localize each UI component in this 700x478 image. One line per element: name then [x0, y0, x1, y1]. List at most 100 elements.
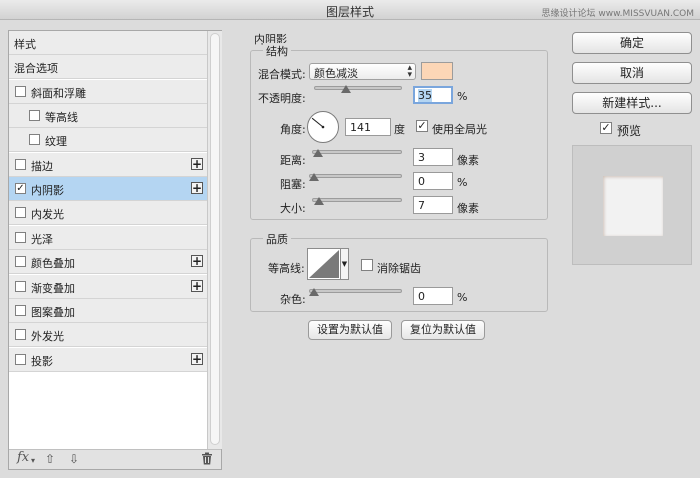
size-unit: 像素 [457, 202, 479, 215]
arrow-up-icon[interactable]: ⇧ [45, 452, 55, 466]
preview-label: 预览 [617, 124, 642, 138]
opacity-value: 35 [418, 89, 432, 102]
noise-label: 杂色: [280, 293, 306, 306]
angle-dial[interactable] [307, 111, 339, 143]
style-item[interactable]: 投影 + [9, 347, 207, 372]
style-item-checkbox[interactable] [15, 207, 26, 219]
reset-default-button[interactable]: 复位为默认值 [401, 320, 485, 340]
noise-input[interactable]: 0 [413, 287, 453, 305]
choke-slider[interactable] [309, 172, 402, 182]
size-input[interactable]: 7 [413, 196, 453, 214]
angle-input[interactable]: 141 [345, 118, 391, 136]
style-item[interactable]: 外发光 [9, 323, 207, 348]
global-light-checkbox[interactable]: ✓ [416, 120, 428, 132]
distance-slider[interactable] [312, 148, 402, 158]
style-item-label: 外发光 [31, 330, 64, 344]
style-item-checkbox[interactable] [15, 280, 26, 292]
style-item-checkbox[interactable] [29, 110, 40, 122]
trash-icon[interactable] [201, 452, 213, 468]
style-item[interactable]: 样式 [9, 31, 207, 55]
style-item[interactable]: 颜色叠加 + [9, 250, 207, 275]
add-effect-plus-icon[interactable]: + [191, 279, 203, 292]
global-light-label: 使用全局光 [432, 123, 487, 136]
fx-menu-chevron-icon[interactable]: ▾ [31, 456, 35, 465]
ok-button[interactable]: 确定 [572, 32, 692, 54]
style-item[interactable]: 等高线 [9, 104, 207, 129]
style-item[interactable]: 描边 + [9, 152, 207, 177]
style-item-checkbox[interactable] [29, 134, 40, 146]
add-effect-plus-icon[interactable]: + [191, 182, 203, 195]
select-arrows-icon: ▴ ▾ [407, 63, 412, 80]
style-item[interactable]: 内发光 [9, 201, 207, 226]
preview-thumbnail-frame [572, 145, 692, 265]
opacity-label: 不透明度: [258, 92, 306, 105]
add-effect-plus-icon[interactable]: + [191, 255, 203, 268]
style-item[interactable]: 光泽 [9, 225, 207, 250]
distance-label: 距离: [280, 154, 306, 167]
make-default-button[interactable]: 设置为默认值 [308, 320, 392, 340]
opacity-input[interactable]: 35 [413, 86, 453, 104]
style-item-label: 纹理 [45, 135, 67, 149]
style-item[interactable]: 图案叠加 [9, 298, 207, 323]
angle-label: 角度: [280, 123, 306, 136]
style-item-label: 渐变叠加 [31, 281, 75, 295]
contour-preview[interactable] [307, 248, 341, 280]
size-slider-thumb[interactable] [314, 197, 324, 205]
contour-dropdown-chevron-icon[interactable]: ▼ [340, 248, 349, 280]
style-item-label: 投影 [31, 354, 53, 368]
distance-unit: 像素 [457, 154, 479, 167]
style-item-checkbox[interactable] [15, 353, 26, 365]
style-item-checkbox[interactable]: ✓ [15, 183, 26, 195]
style-item-label: 图案叠加 [31, 305, 75, 319]
blend-mode-value: 颜色减淡 [314, 67, 358, 80]
style-item-checkbox[interactable] [15, 231, 26, 243]
choke-slider-thumb[interactable] [309, 173, 319, 181]
shadow-color-swatch[interactable] [421, 62, 453, 80]
style-item-checkbox[interactable] [15, 256, 26, 268]
choke-input[interactable]: 0 [413, 172, 453, 190]
add-effect-plus-icon[interactable]: + [191, 157, 203, 170]
arrow-down-icon[interactable]: ⇩ [69, 452, 79, 466]
styles-list-panel: 样式 混合选项 斜面和浮雕 等高线纹理描边 + ✓ 内阴影 + 内发光光泽颜色叠加 + 渐变叠加 + 图… [8, 30, 222, 470]
blend-mode-select[interactable]: 颜色减淡 ▴ ▾ [309, 63, 416, 80]
styles-list-scrollbar[interactable] [207, 31, 222, 449]
style-item[interactable]: 渐变叠加 + [9, 274, 207, 299]
scrollbar-thumb[interactable] [210, 33, 220, 445]
opacity-slider-track [314, 86, 402, 90]
anti-alias-checkbox[interactable] [361, 259, 373, 271]
style-item-checkbox[interactable] [15, 85, 26, 97]
opacity-unit: % [457, 90, 468, 103]
contour-curve-icon [309, 250, 339, 278]
choke-label: 阻塞: [280, 178, 306, 191]
quality-group-title: 品质 [263, 231, 291, 247]
blend-mode-label: 混合模式: [258, 68, 306, 81]
style-item-checkbox[interactable] [15, 329, 26, 341]
add-effect-plus-icon[interactable]: + [191, 352, 203, 365]
choke-slider-track [309, 174, 402, 178]
size-label: 大小: [280, 202, 306, 215]
new-style-button[interactable]: 新建样式... [572, 92, 692, 114]
style-item[interactable]: 纹理 [9, 128, 207, 153]
angle-unit: 度 [394, 123, 405, 136]
noise-slider[interactable] [309, 287, 402, 297]
style-item-checkbox[interactable] [15, 304, 26, 316]
size-slider[interactable] [312, 196, 402, 206]
fx-icon[interactable]: fx [17, 450, 29, 465]
distance-slider-thumb[interactable] [313, 149, 323, 157]
style-item-label: 光泽 [31, 232, 53, 246]
noise-slider-thumb[interactable] [309, 288, 319, 296]
cancel-button[interactable]: 取消 [572, 62, 692, 84]
distance-input[interactable]: 3 [413, 148, 453, 166]
preview-thumbnail [603, 176, 663, 236]
styles-list-footer: fx ▾ ⇧ ⇩ [9, 449, 221, 469]
opacity-slider[interactable] [314, 84, 402, 94]
style-item[interactable]: 混合选项 [9, 55, 207, 80]
style-item[interactable]: 斜面和浮雕 [9, 79, 207, 104]
opacity-slider-thumb[interactable] [341, 85, 351, 93]
preview-checkbox[interactable]: ✓ [600, 122, 612, 134]
noise-slider-track [309, 289, 402, 293]
style-item-checkbox[interactable] [15, 158, 26, 170]
style-item-label: 颜色叠加 [31, 257, 75, 271]
watermark: 思缘设计论坛 www.MISSVUAN.COM [541, 9, 694, 19]
style-item[interactable]: ✓ 内阴影 + [9, 177, 207, 202]
